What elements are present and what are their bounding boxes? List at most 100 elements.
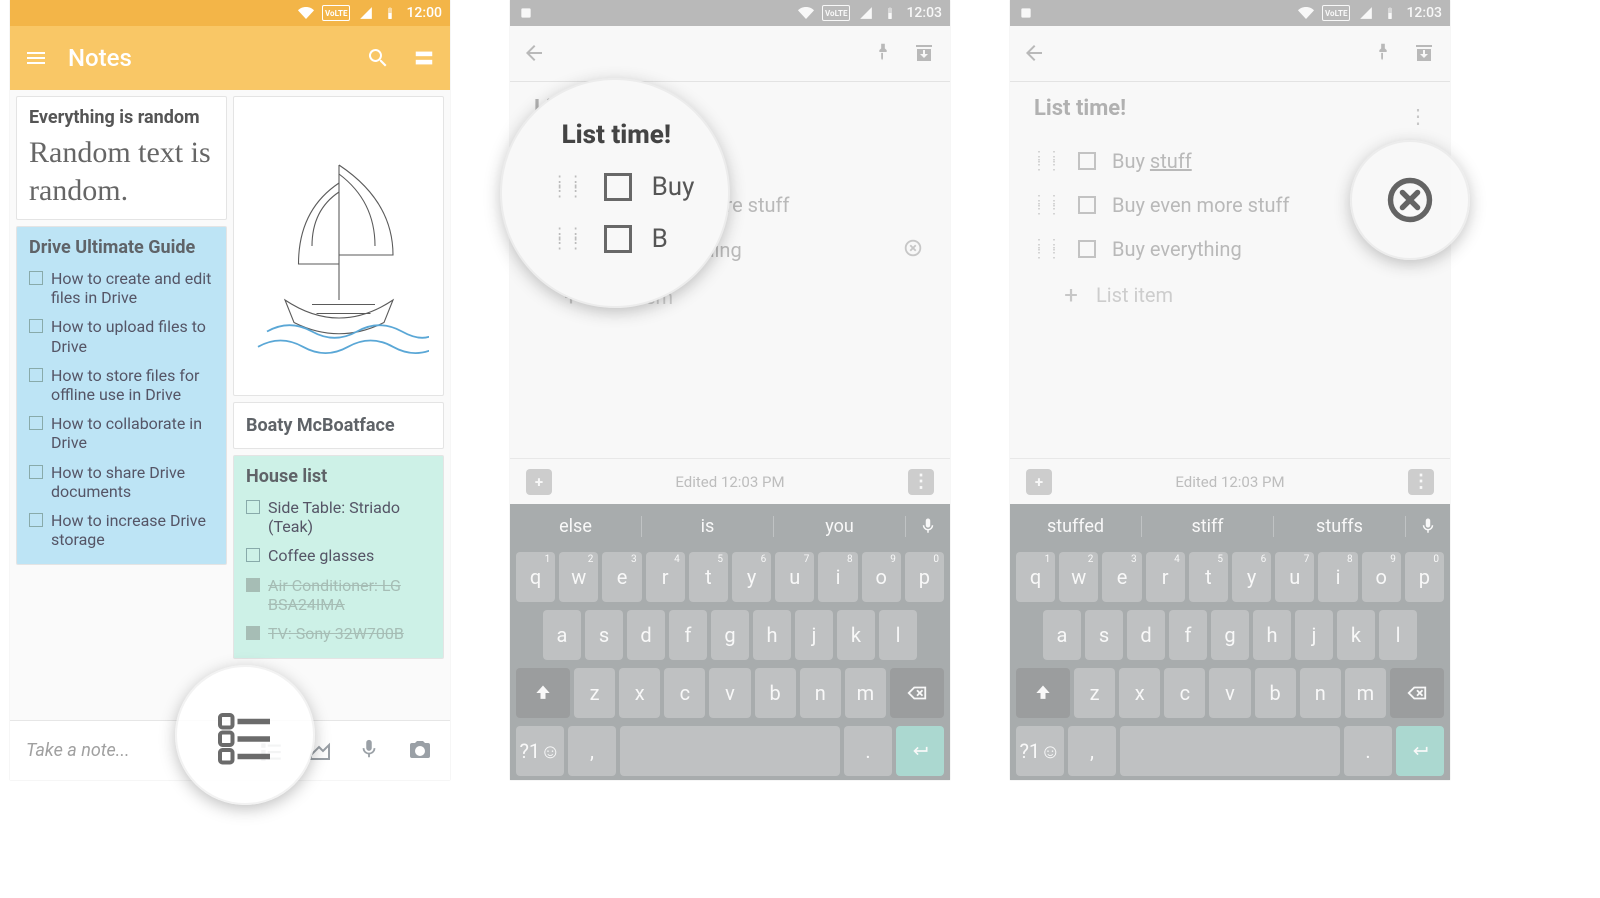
key-space[interactable] xyxy=(620,726,840,776)
key-period[interactable]: . xyxy=(1344,726,1392,776)
key-shift[interactable] xyxy=(1016,668,1070,718)
suggestion[interactable]: stuffed xyxy=(1010,516,1142,537)
key-m[interactable]: m xyxy=(1345,668,1386,718)
new-voice-icon[interactable] xyxy=(358,738,384,764)
add-button[interactable]: + xyxy=(526,469,552,495)
key-s[interactable]: s xyxy=(585,610,623,660)
note-card-house[interactable]: House list Side Table: Striado (Teak)Cof… xyxy=(233,455,444,659)
key-a[interactable]: a xyxy=(543,610,581,660)
pin-icon[interactable] xyxy=(872,41,898,67)
checkbox-icon[interactable] xyxy=(578,196,596,214)
list-item-row[interactable]: ⋮⋮⋮⋮ Buy everything xyxy=(1032,227,1428,271)
list-item-row[interactable]: ⋮⋮⋮⋮ Buy everything xyxy=(532,227,928,273)
key-j[interactable]: j xyxy=(795,610,833,660)
key-i[interactable]: i8 xyxy=(818,552,857,602)
new-drawing-icon[interactable] xyxy=(308,738,334,764)
key-backspace[interactable] xyxy=(890,668,944,718)
list-item-row[interactable]: ⋮⋮⋮⋮Buy even more stuff xyxy=(532,183,928,227)
add-item-row[interactable]: + List item xyxy=(1032,271,1428,319)
archive-icon[interactable] xyxy=(1412,41,1438,67)
key-o[interactable]: o9 xyxy=(1362,552,1401,602)
checklist-item[interactable]: How to increase Drive storage xyxy=(29,506,214,554)
key-x[interactable]: x xyxy=(619,668,660,718)
drag-handle-icon[interactable]: ⋮⋮⋮⋮ xyxy=(1032,197,1062,214)
checklist-item[interactable]: How to create and edit files in Drive xyxy=(29,264,214,312)
key-a[interactable]: a xyxy=(1043,610,1081,660)
checklist-item[interactable]: Coffee glasses xyxy=(246,541,431,570)
key-k[interactable]: k xyxy=(1337,610,1375,660)
key-l[interactable]: l xyxy=(1379,610,1417,660)
note-card-drive[interactable]: Drive Ultimate Guide How to create and e… xyxy=(16,226,227,565)
list-item-text[interactable]: Buy everything xyxy=(1112,237,1428,261)
menu-icon[interactable] xyxy=(22,44,50,72)
list-item-text[interactable]: Buy even more stuff xyxy=(1112,193,1428,217)
list-title[interactable]: List time! xyxy=(1034,96,1408,121)
checkbox-icon[interactable] xyxy=(578,241,596,259)
key-r[interactable]: r4 xyxy=(1146,552,1185,602)
key-q[interactable]: q1 xyxy=(1016,552,1055,602)
key-h[interactable]: h xyxy=(1253,610,1291,660)
checklist-item[interactable]: How to share Drive documents xyxy=(29,458,214,506)
key-s[interactable]: s xyxy=(1085,610,1123,660)
list-item-text[interactable]: Buy even more stuff xyxy=(612,193,928,217)
note-card-boat-title[interactable]: Boaty McBoatface xyxy=(233,402,444,449)
list-item-row[interactable]: ⋮⋮⋮⋮Buy stuff xyxy=(1032,139,1428,183)
checkbox-icon[interactable] xyxy=(1078,196,1096,214)
key-symbols[interactable]: ?1☺ xyxy=(516,726,564,776)
key-b[interactable]: b xyxy=(755,668,796,718)
list-item-text[interactable]: Buy everything xyxy=(612,238,886,262)
list-item-row[interactable]: ⋮⋮⋮⋮ Buy even more stuff xyxy=(1032,183,1428,227)
key-e[interactable]: e3 xyxy=(1102,552,1141,602)
drag-handle-icon[interactable]: ⋮⋮⋮⋮ xyxy=(532,153,562,170)
checklist-item[interactable]: How to collaborate in Drive xyxy=(29,409,214,457)
key-b[interactable]: b xyxy=(1255,668,1296,718)
key-l[interactable]: l xyxy=(879,610,917,660)
key-m[interactable]: m xyxy=(845,668,886,718)
key-f[interactable]: f xyxy=(669,610,707,660)
new-list-icon[interactable] xyxy=(258,738,284,764)
key-v[interactable]: v xyxy=(709,668,750,718)
suggestion[interactable]: else xyxy=(510,516,642,537)
take-note-input[interactable]: Take a note... xyxy=(26,740,234,761)
key-e[interactable]: e3 xyxy=(602,552,641,602)
search-icon[interactable] xyxy=(364,44,392,72)
key-q[interactable]: q1 xyxy=(516,552,555,602)
back-icon[interactable] xyxy=(522,41,548,67)
add-item-row[interactable]: + List item xyxy=(532,273,928,321)
key-g[interactable]: g xyxy=(1211,610,1249,660)
key-r[interactable]: r4 xyxy=(646,552,685,602)
key-o[interactable]: o9 xyxy=(862,552,901,602)
key-i[interactable]: i8 xyxy=(1318,552,1357,602)
key-comma[interactable]: , xyxy=(1068,726,1116,776)
key-z[interactable]: z xyxy=(574,668,615,718)
suggestion[interactable]: stuffs xyxy=(1274,516,1406,537)
key-enter[interactable] xyxy=(1396,726,1444,776)
suggestion[interactable]: stiff xyxy=(1142,516,1274,537)
key-x[interactable]: x xyxy=(1119,668,1160,718)
key-v[interactable]: v xyxy=(1209,668,1250,718)
key-g[interactable]: g xyxy=(711,610,749,660)
key-d[interactable]: d xyxy=(627,610,665,660)
archive-icon[interactable] xyxy=(912,41,938,67)
key-comma[interactable]: , xyxy=(568,726,616,776)
checklist-item[interactable]: How to store files for offline use in Dr… xyxy=(29,361,214,409)
key-k[interactable]: k xyxy=(837,610,875,660)
key-t[interactable]: t5 xyxy=(1189,552,1228,602)
key-f[interactable]: f xyxy=(1169,610,1207,660)
key-n[interactable]: n xyxy=(800,668,841,718)
list-title[interactable]: List time! xyxy=(534,96,928,121)
key-j[interactable]: j xyxy=(1295,610,1333,660)
checkbox-icon[interactable] xyxy=(1078,240,1096,258)
more-button[interactable]: ⋮ xyxy=(1408,469,1434,495)
checkbox-icon[interactable] xyxy=(578,152,596,170)
key-z[interactable]: z xyxy=(1074,668,1115,718)
view-toggle-icon[interactable] xyxy=(410,44,438,72)
key-y[interactable]: y6 xyxy=(1232,552,1271,602)
drag-handle-icon[interactable]: ⋮⋮⋮⋮ xyxy=(532,242,562,259)
drag-handle-icon[interactable]: ⋮⋮⋮⋮ xyxy=(1032,241,1062,258)
checklist-item[interactable]: Air Conditioner: LG BSA24IMA xyxy=(246,571,431,619)
title-overflow-icon[interactable]: ⋮ xyxy=(1408,104,1428,128)
suggestion[interactable]: is xyxy=(642,516,774,537)
key-y[interactable]: y6 xyxy=(732,552,771,602)
more-button[interactable]: ⋮ xyxy=(908,469,934,495)
